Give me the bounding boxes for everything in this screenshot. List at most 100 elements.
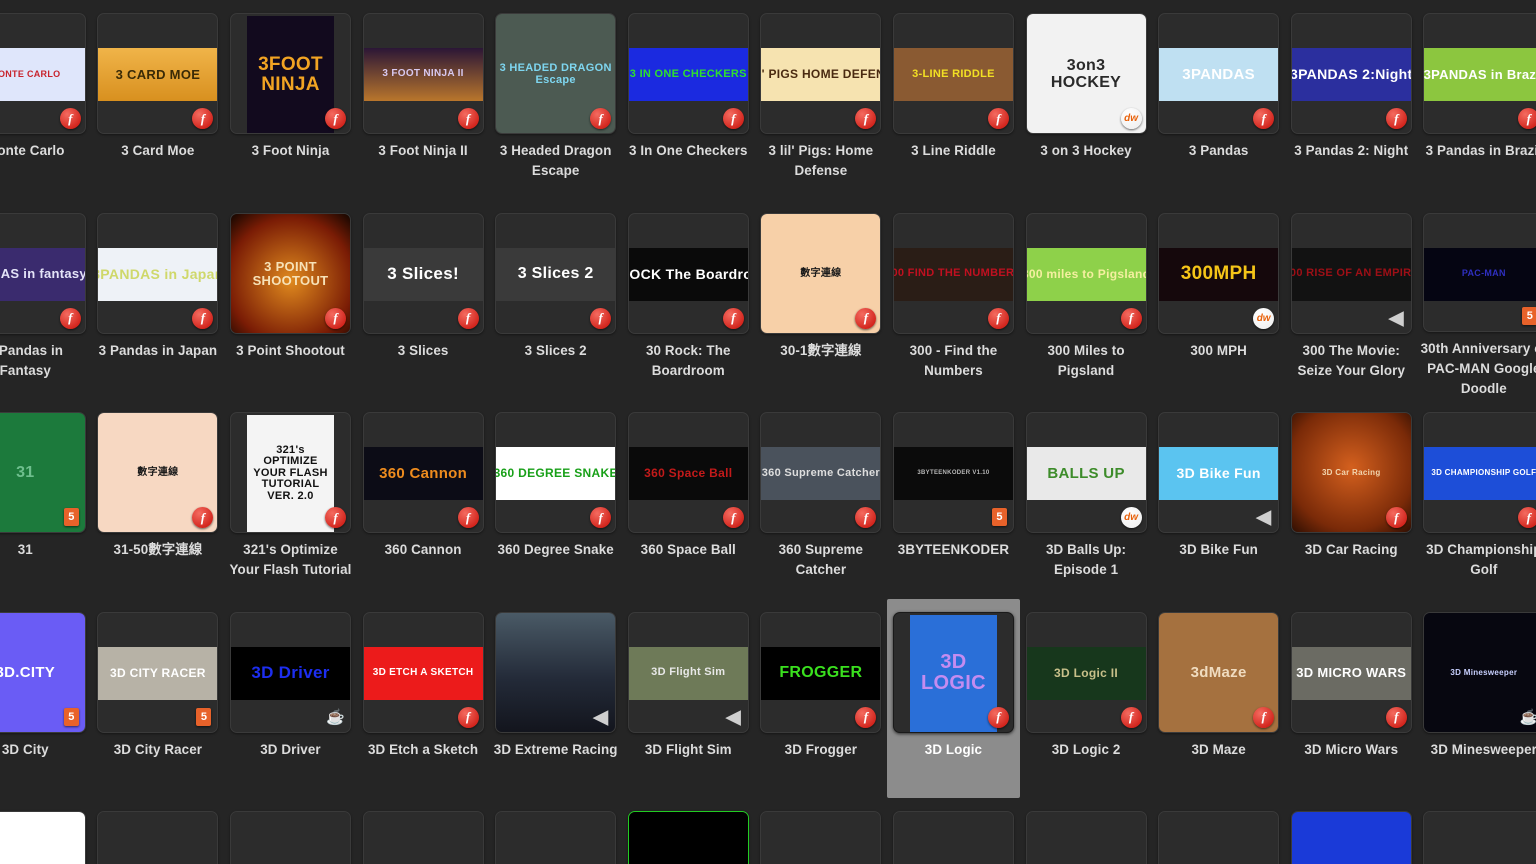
game-thumbnail[interactable]: 321's OPTIMIZE YOUR FLASH TUTORIAL VER. … — [230, 412, 351, 533]
game-card[interactable] — [357, 798, 490, 864]
game-thumbnail[interactable]: 3D Car Racingf — [1291, 412, 1412, 533]
game-thumbnail[interactable]: 3PANDASf — [1158, 13, 1279, 134]
game-thumbnail[interactable] — [1158, 811, 1279, 864]
game-card[interactable]: 360 Supreme Catcherf360 Supreme Catcher — [755, 399, 888, 599]
game-card[interactable]: 360 DEGREE SNAKEf360 Degree Snake — [489, 399, 622, 599]
game-thumbnail[interactable]: 3 Slices!f — [363, 213, 484, 334]
game-thumbnail[interactable]: 3PANDAS in Brazilf — [1423, 13, 1536, 134]
game-card[interactable] — [0, 798, 92, 864]
game-thumbnail[interactable]: 300 RISE OF AN EMPIRE◀ — [1291, 213, 1412, 334]
game-card[interactable] — [755, 798, 888, 864]
game-card[interactable] — [1152, 798, 1285, 864]
game-thumbnail[interactable] — [1423, 811, 1536, 864]
game-card[interactable]: 300 RISE OF AN EMPIRE◀300 The Movie: Sei… — [1285, 200, 1418, 400]
game-thumbnail[interactable]: 3 lil' PIGS HOME DEFENSEf — [760, 13, 881, 134]
game-thumbnail[interactable]: 3 POINT SHOOTOUTf — [230, 213, 351, 334]
game-card[interactable] — [92, 798, 225, 864]
game-card[interactable]: 3 Slices!f3 Slices — [357, 200, 490, 400]
game-card[interactable]: 3D Minesweeper☕3D Minesweeper — [1418, 599, 1536, 799]
game-grid[interactable]: 2 Player Bowling2 Player Croquet2D Knock… — [0, 0, 1536, 864]
game-card[interactable]: 3D CHAMPIONSHIP GOLFf3D Championship Gol… — [1418, 399, 1536, 599]
game-thumbnail[interactable]: 360 Cannonf — [363, 412, 484, 533]
game-card[interactable]: 3PANDAS in Japanf3 Pandas in Japan — [92, 200, 225, 400]
game-thumbnail[interactable] — [363, 811, 484, 864]
game-thumbnail[interactable]: PAC-MAN5 — [1423, 213, 1536, 332]
game-card[interactable]: 30ROCK The Boardroomf30 Rock: The Boardr… — [622, 200, 755, 400]
game-thumbnail[interactable]: 3on3 HOCKEYdw — [1026, 13, 1147, 134]
game-card-selected[interactable]: 3D LOGICf3D Logic — [887, 599, 1020, 799]
game-card[interactable]: 數字連線f30-1數字連線 — [755, 200, 888, 400]
game-thumbnail[interactable]: 3D CITY RACER5 — [97, 612, 218, 733]
game-thumbnail[interactable] — [893, 811, 1014, 864]
game-card[interactable]: 3FOOT NINJAf3 Foot Ninja — [224, 0, 357, 200]
game-thumbnail[interactable]: 3PANDAS in Japanf — [97, 213, 218, 334]
game-card[interactable]: 3on3 HOCKEYdw3 on 3 Hockey — [1020, 0, 1153, 200]
game-card[interactable]: 3D Bike Fun◀3D Bike Fun — [1152, 399, 1285, 599]
game-card[interactable]: 3D CITY RACER53D City Racer — [92, 599, 225, 799]
game-card[interactable]: BALLS UPdw3D Balls Up: Episode 1 — [1020, 399, 1153, 599]
game-card[interactable]: 3D Car Racingf3D Car Racing — [1285, 399, 1418, 599]
game-thumbnail[interactable] — [0, 811, 86, 864]
game-card[interactable]: 3D MICRO WARSf3D Micro Wars — [1285, 599, 1418, 799]
game-thumbnail[interactable]: 數字連線f — [97, 412, 218, 533]
game-thumbnail[interactable] — [760, 811, 881, 864]
game-thumbnail[interactable] — [230, 811, 351, 864]
game-thumbnail[interactable]: 數字連線f — [760, 213, 881, 334]
game-card[interactable]: ◀3D Extreme Racing — [489, 599, 622, 799]
game-card[interactable]: 3 POINT SHOOTOUTf3 Point Shootout — [224, 200, 357, 400]
game-thumbnail[interactable]: 360 Space Ballf — [628, 412, 749, 533]
game-thumbnail[interactable]: 3-LINE RIDDLEf — [893, 13, 1014, 134]
game-card[interactable]: 3PANDAS in Brazilf3 Pandas in Brazil — [1418, 0, 1536, 200]
game-thumbnail[interactable]: 3 FOOT NINJA IIf — [363, 13, 484, 134]
game-card[interactable]: 31531 — [0, 399, 92, 599]
game-card[interactable]: 3BYTEENKODER V1.1053BYTEENKODER — [887, 399, 1020, 599]
game-card[interactable]: 300MPHdw300 MPH — [1152, 200, 1285, 400]
game-card[interactable]: PAC-MAN530th Anniversary of PAC-MAN Goog… — [1418, 200, 1536, 400]
game-thumbnail[interactable]: 360 Supreme Catcherf — [760, 412, 881, 533]
game-thumbnail[interactable]: MONTE CARLOf — [0, 13, 86, 134]
game-card[interactable]: MONTE CARLOfMonte Carlo — [0, 0, 92, 200]
game-card[interactable]: 3D.CITY53D City — [0, 599, 92, 799]
game-thumbnail[interactable]: 3PANDAS 2:Nightf — [1291, 13, 1412, 134]
game-thumbnail[interactable]: 3 CARD MOEf — [97, 13, 218, 134]
game-thumbnail[interactable] — [1026, 811, 1147, 864]
game-thumbnail[interactable] — [97, 811, 218, 864]
game-card[interactable] — [1285, 798, 1418, 864]
game-card[interactable]: 數字連線f31-50數字連線 — [92, 399, 225, 599]
game-card[interactable]: 3PANDAS 2:Nightf3 Pandas 2: Night — [1285, 0, 1418, 200]
game-card[interactable]: 3-LINE RIDDLEf3 Line Riddle — [887, 0, 1020, 200]
game-card[interactable]: 300 FIND THE NUMBERSf300 - Find the Numb… — [887, 200, 1020, 400]
game-thumbnail[interactable]: 3D Minesweeper☕ — [1423, 612, 1536, 733]
game-card[interactable] — [622, 798, 755, 864]
game-card[interactable]: 300 miles to Pigslandf300 Miles to Pigsl… — [1020, 200, 1153, 400]
game-card[interactable]: FROGGERf3D Frogger — [755, 599, 888, 799]
game-thumbnail[interactable]: 300 FIND THE NUMBERSf — [893, 213, 1014, 334]
game-thumbnail[interactable]: 3D ETCH A SKETCHf — [363, 612, 484, 733]
game-card[interactable] — [489, 798, 622, 864]
game-thumbnail[interactable]: 3D LOGICf — [893, 612, 1014, 733]
game-thumbnail[interactable]: FROGGERf — [760, 612, 881, 733]
game-thumbnail[interactable]: 300 miles to Pigslandf — [1026, 213, 1147, 334]
game-card[interactable]: 3D ETCH A SKETCHf3D Etch a Sketch — [357, 599, 490, 799]
game-thumbnail[interactable]: 3D CHAMPIONSHIP GOLFf — [1423, 412, 1536, 533]
game-card[interactable]: 321's OPTIMIZE YOUR FLASH TUTORIAL VER. … — [224, 399, 357, 599]
game-thumbnail[interactable]: 3D Driver☕ — [230, 612, 351, 733]
game-card[interactable]: 360 Cannonf360 Cannon — [357, 399, 490, 599]
game-card[interactable]: 3 lil' PIGS HOME DEFENSEf3 lil' Pigs: Ho… — [755, 0, 888, 200]
game-thumbnail[interactable]: 3D MICRO WARSf — [1291, 612, 1412, 733]
game-thumbnail[interactable]: 3D Logic IIf — [1026, 612, 1147, 733]
game-card[interactable]: 3D Driver☕3D Driver — [224, 599, 357, 799]
game-thumbnail[interactable]: 315 — [0, 412, 86, 533]
game-thumbnail[interactable]: 360 DEGREE SNAKEf — [495, 412, 616, 533]
game-card[interactable] — [224, 798, 357, 864]
game-thumbnail[interactable]: 3FOOT NINJAf — [230, 13, 351, 134]
game-card[interactable]: 3D Logic IIf3D Logic 2 — [1020, 599, 1153, 799]
game-thumbnail[interactable] — [628, 811, 749, 864]
game-thumbnail[interactable]: 30ROCK The Boardroomf — [628, 213, 749, 334]
game-card[interactable] — [1020, 798, 1153, 864]
game-thumbnail[interactable]: 3D.CITY5 — [0, 612, 86, 733]
game-thumbnail[interactable]: 3 HEADED DRAGON Escapef — [495, 13, 616, 134]
game-thumbnail[interactable]: 3D Flight Sim◀ — [628, 612, 749, 733]
game-card[interactable]: 3 Slices 2f3 Slices 2 — [489, 200, 622, 400]
game-card[interactable]: 3 IN ONE CHECKERSf3 In One Checkers — [622, 0, 755, 200]
